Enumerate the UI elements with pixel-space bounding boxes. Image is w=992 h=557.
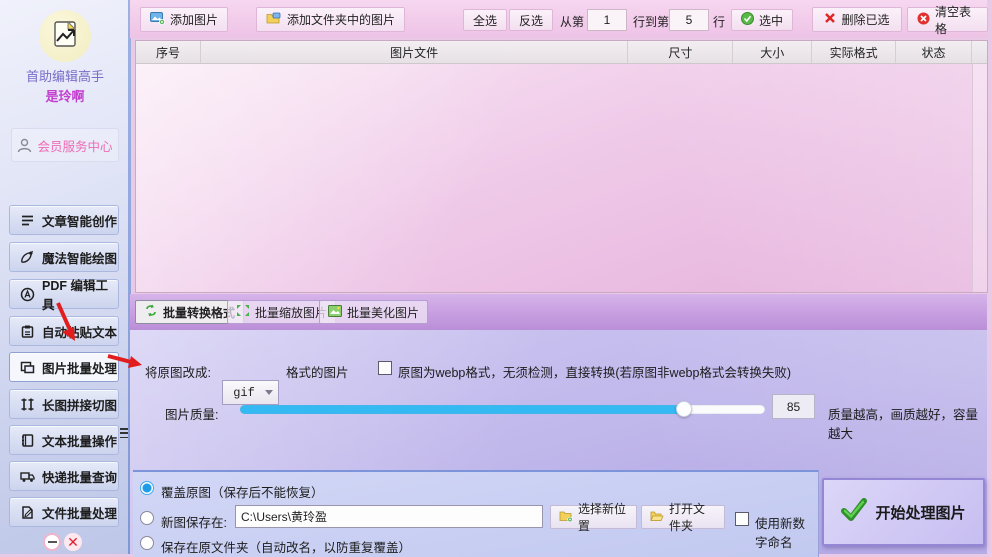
- annotation-layer: [56, 302, 142, 368]
- annotation-arrow-to-setting: [107, 354, 142, 368]
- annotation-arrow-to-menu: [56, 302, 75, 341]
- app-window: 首助编辑高手 是玲啊 会员服务中心 文章智能创作 魔法智能绘图 PDF 编辑工具: [0, 0, 992, 557]
